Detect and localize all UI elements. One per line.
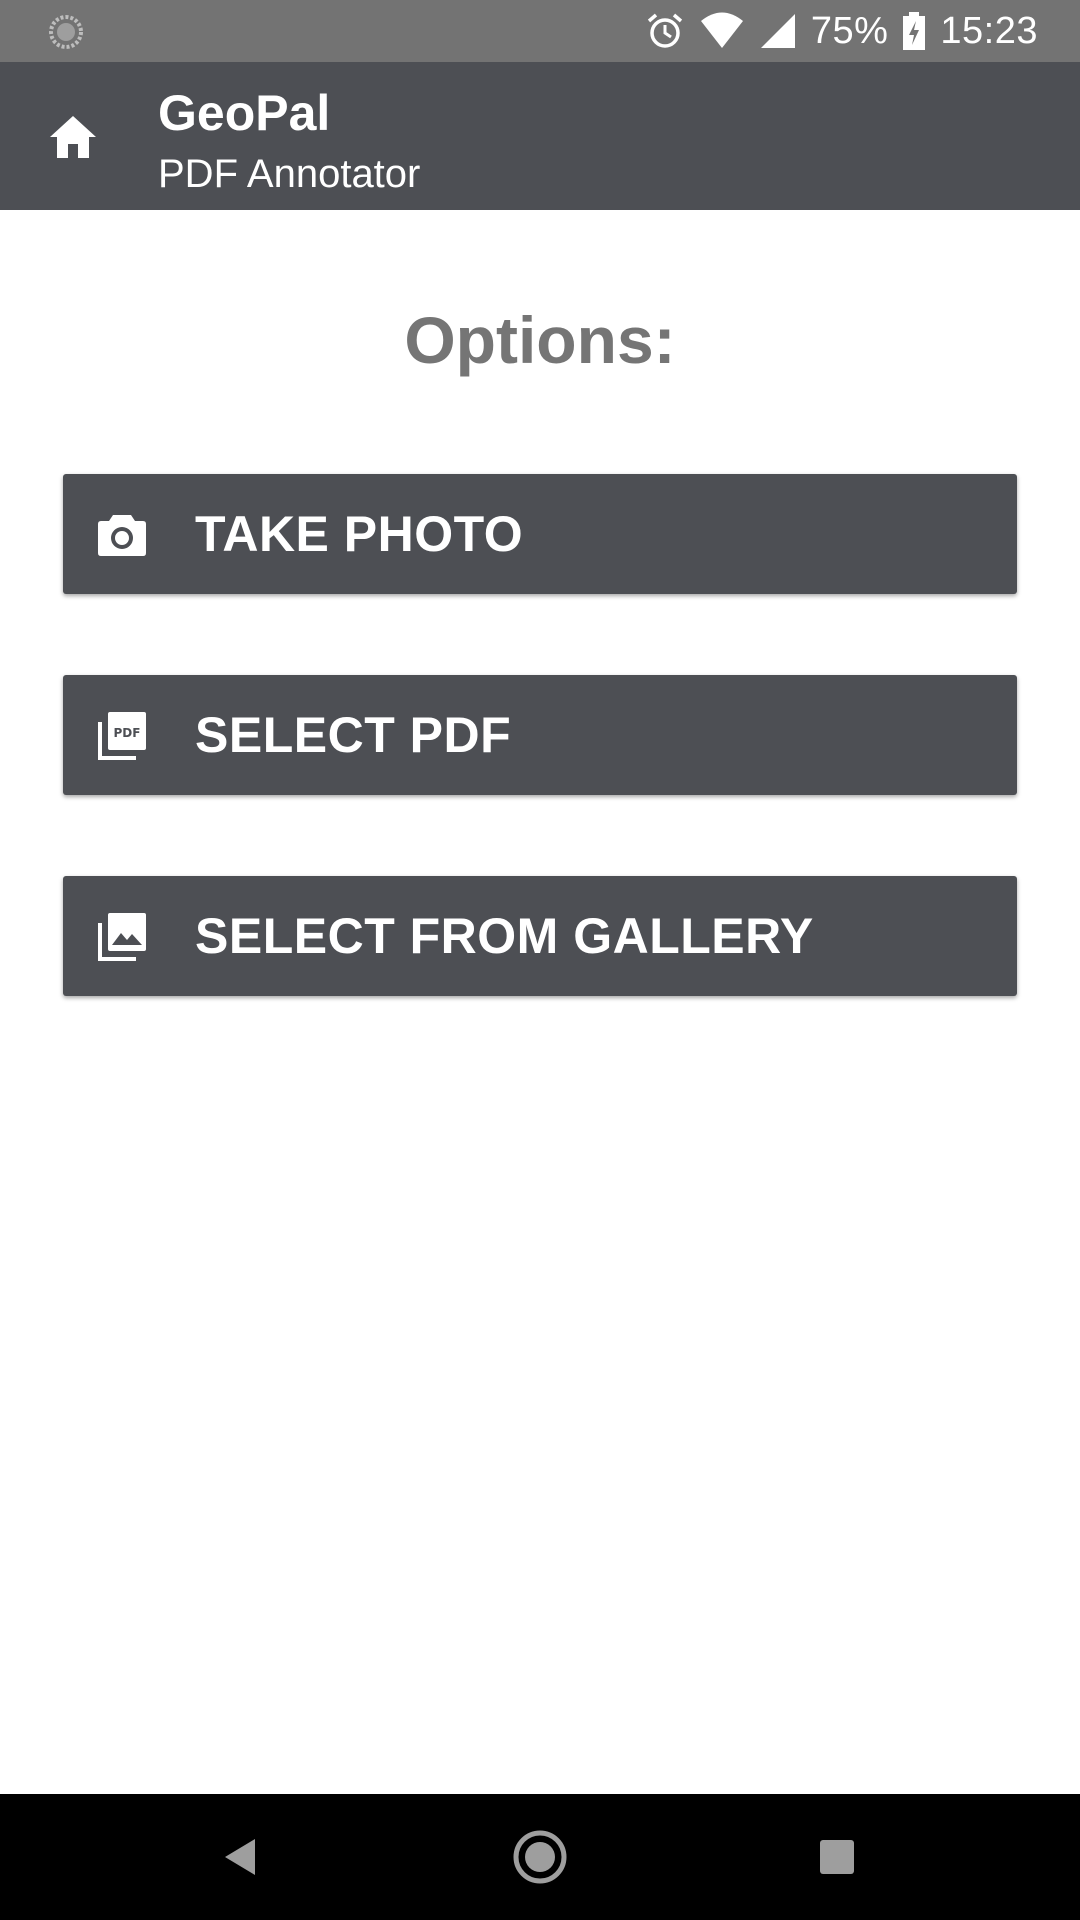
select-pdf-label: SELECT PDF (195, 707, 512, 763)
sync-icon (49, 15, 83, 49)
gallery-icon (98, 913, 146, 961)
status-bar: 75% 15:23 (0, 0, 1080, 62)
back-icon[interactable] (211, 1827, 271, 1887)
recents-icon[interactable] (807, 1827, 867, 1887)
camera-icon (98, 515, 146, 556)
select-from-gallery-label: SELECT FROM GALLERY (195, 908, 814, 964)
select-pdf-button[interactable]: PDF SELECT PDF (63, 675, 1017, 795)
pdf-icon: PDF (98, 712, 146, 760)
clock: 15:23 (940, 9, 1038, 52)
take-photo-label: TAKE PHOTO (195, 506, 524, 562)
app-subtitle: PDF Annotator (158, 152, 421, 196)
battery-percent: 75% (810, 9, 889, 52)
options-heading: Options: (404, 303, 676, 377)
app-title: GeoPal (158, 85, 331, 141)
screen: 75% 15:23 GeoPal PDF Annotator Options: … (0, 0, 1080, 1920)
home-circle-icon[interactable] (510, 1827, 570, 1887)
navigation-bar (0, 1794, 1080, 1920)
home-icon[interactable] (48, 112, 98, 162)
status-icons: 75% 15:23 (631, 0, 1080, 62)
take-photo-button[interactable]: TAKE PHOTO (63, 474, 1017, 594)
app-bar: GeoPal PDF Annotator (0, 62, 1080, 210)
wifi-icon (700, 12, 743, 48)
select-from-gallery-button[interactable]: SELECT FROM GALLERY (63, 876, 1017, 996)
battery-charging-icon (903, 12, 926, 50)
svg-text:PDF: PDF (114, 726, 141, 740)
alarm-icon (647, 13, 682, 48)
cell-signal-icon (760, 14, 795, 48)
